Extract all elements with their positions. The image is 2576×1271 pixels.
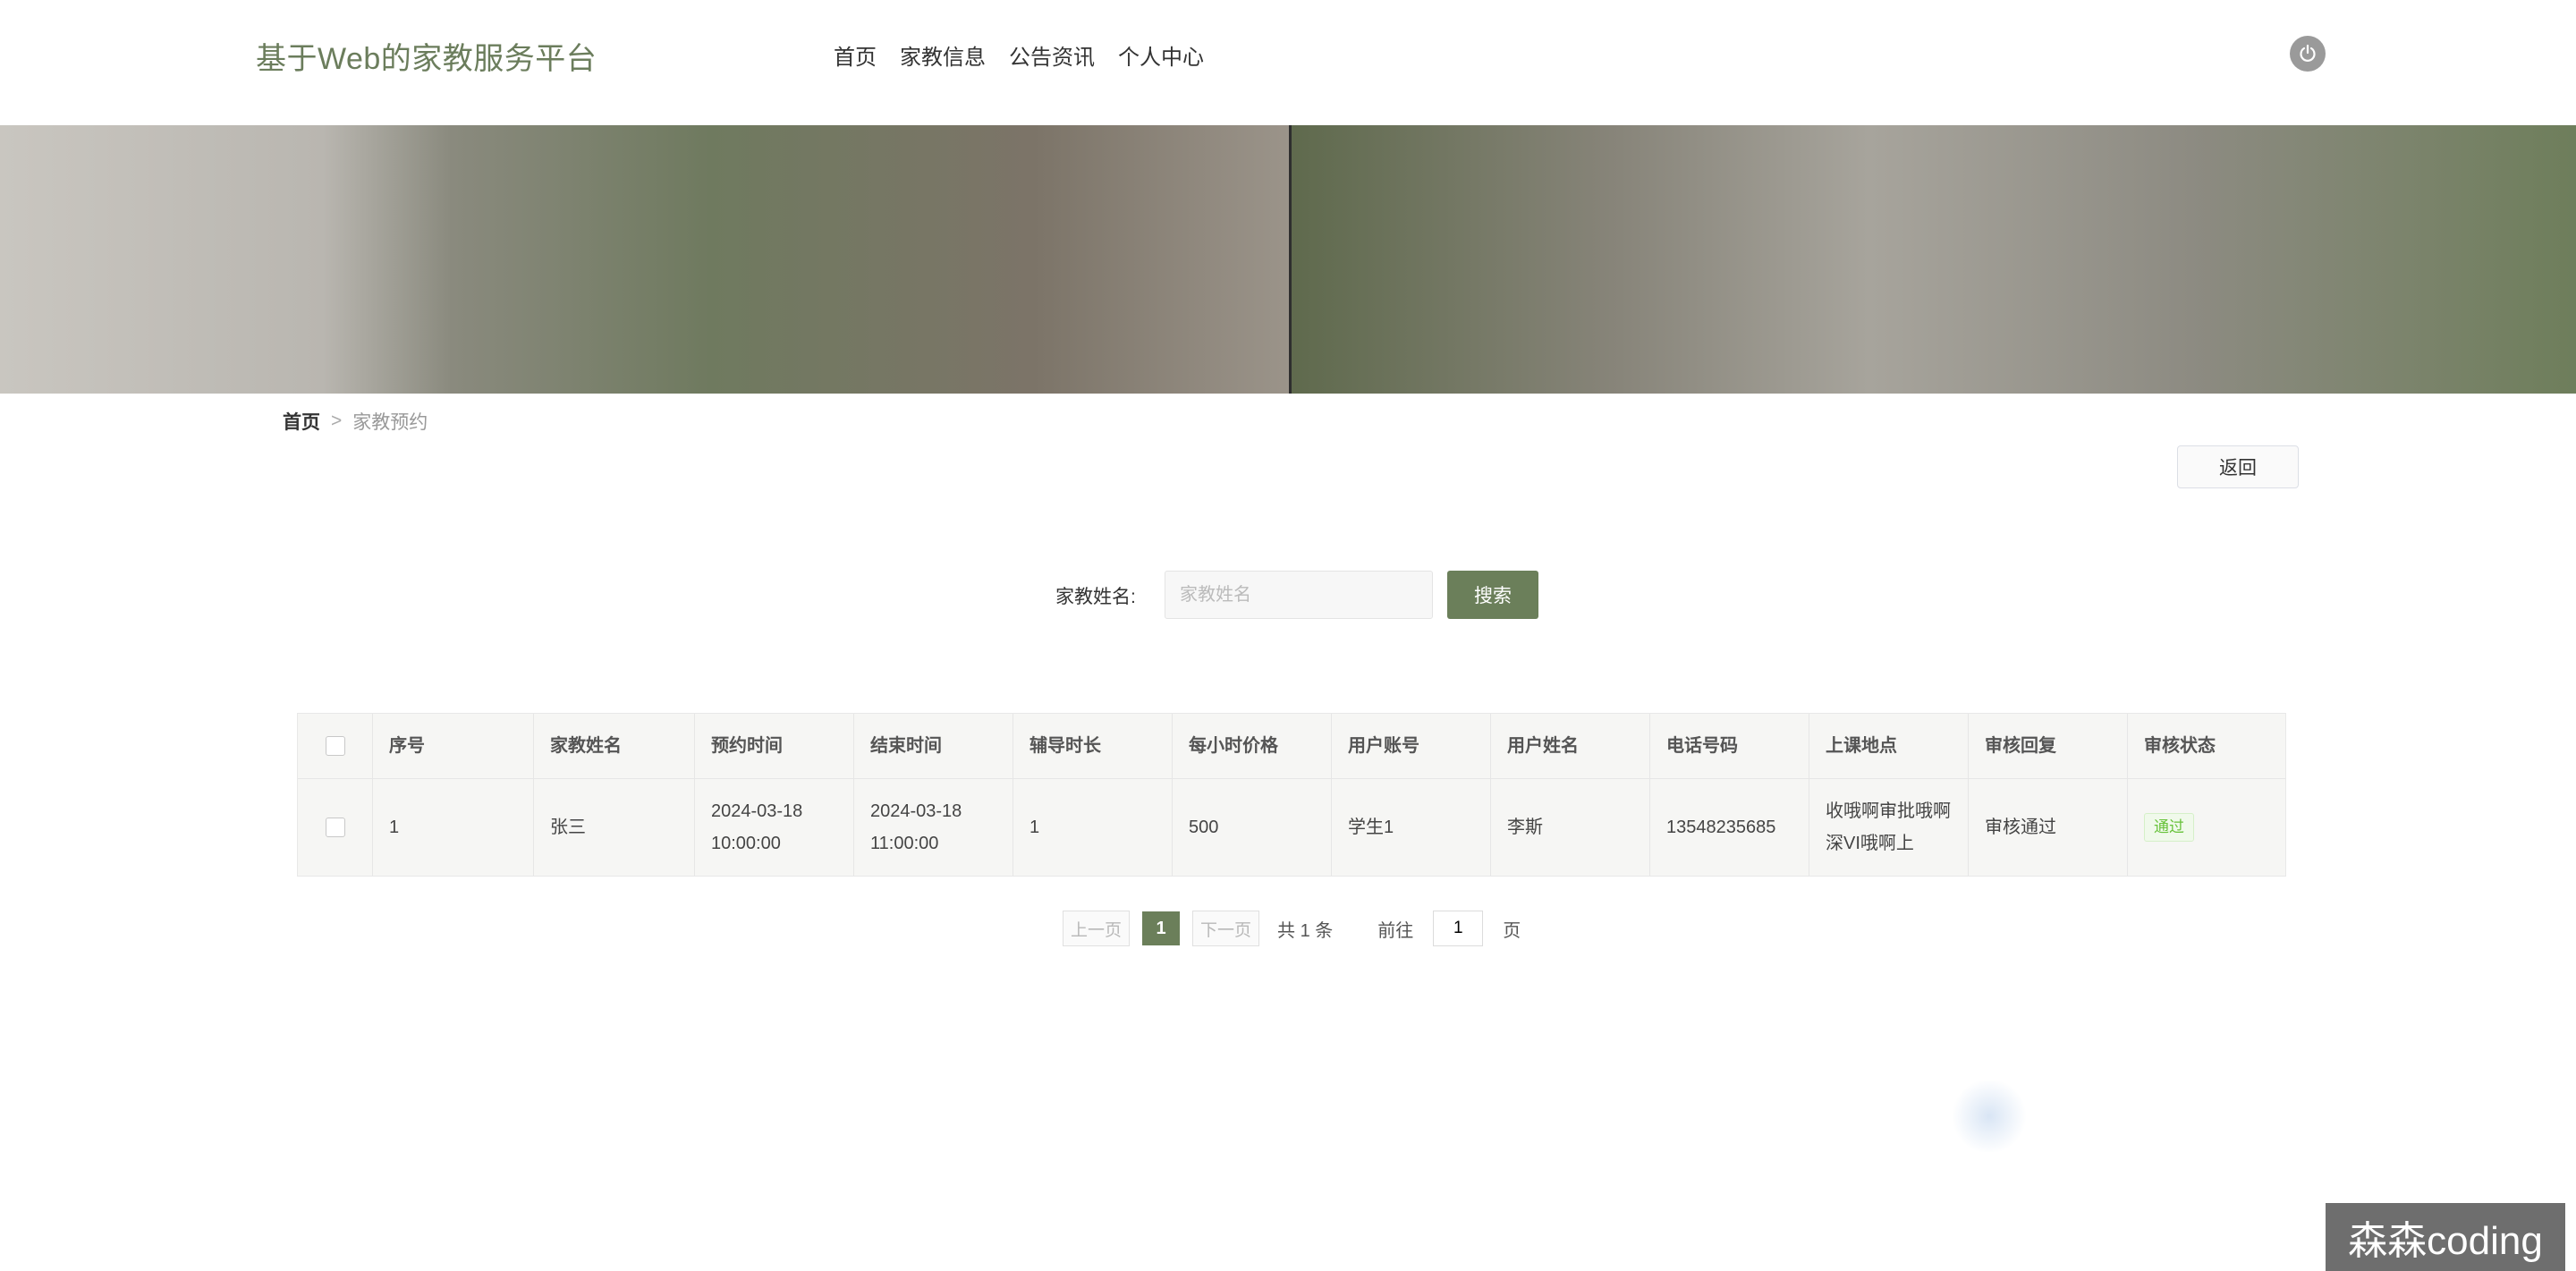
nav-home[interactable]: 首页 — [834, 39, 877, 71]
table-header-row: 序号 家教姓名 预约时间 结束时间 辅导时长 每小时价格 用户账号 用户姓名 电… — [298, 714, 2285, 779]
column-header: 每小时价格 — [1173, 714, 1332, 778]
column-header: 用户姓名 — [1491, 714, 1650, 778]
banner-carousel[interactable] — [0, 125, 2576, 394]
banner-image-left — [0, 125, 1291, 394]
prev-page-button[interactable]: 上一页 — [1063, 911, 1131, 946]
breadcrumb: 首页 > 家教预约 — [283, 408, 428, 435]
cell-status: 通过 — [2128, 779, 2285, 876]
breadcrumb-current: 家教预约 — [352, 412, 428, 433]
column-header: 审核回复 — [1969, 714, 2128, 778]
search-input[interactable] — [1165, 571, 1433, 619]
cell-location: 收哦啊审批哦啊深VI哦啊上 — [1809, 779, 1969, 876]
breadcrumb-separator: > — [331, 411, 343, 431]
row-checkbox-cell — [298, 779, 373, 876]
nav-announcements[interactable]: 公告资讯 — [1009, 39, 1095, 71]
column-header: 序号 — [373, 714, 534, 778]
power-icon[interactable] — [2290, 36, 2326, 72]
goto-label: 前往 — [1377, 920, 1414, 941]
banner-divider — [1289, 125, 1292, 394]
cell-price: 500 — [1173, 779, 1332, 876]
main-nav: 首页 家教信息 公告资讯 个人中心 — [834, 39, 1204, 71]
cell-review-reply: 审核通过 — [1969, 779, 2128, 876]
cell-user-name: 李斯 — [1491, 779, 1650, 876]
back-button[interactable]: 返回 — [2177, 445, 2299, 488]
pagination: 上一页 1 下一页 共 1 条 前往 页 — [1063, 911, 1521, 946]
table-row[interactable]: 1 张三 2024-03-18 10:00:00 2024-03-18 11:0… — [298, 779, 2285, 876]
cell-tutor-name: 张三 — [534, 779, 695, 876]
column-header: 结束时间 — [854, 714, 1013, 778]
column-header: 电话号码 — [1650, 714, 1809, 778]
goto-page-input[interactable] — [1433, 911, 1484, 946]
site-logo[interactable]: 基于Web的家教服务平台 — [256, 34, 597, 78]
header: 基于Web的家教服务平台 首页 家教信息 公告资讯 个人中心 — [0, 0, 2576, 125]
column-header: 家教姓名 — [534, 714, 695, 778]
breadcrumb-home[interactable]: 首页 — [283, 408, 320, 435]
cell-phone: 13548235685 — [1650, 779, 1809, 876]
column-header: 上课地点 — [1809, 714, 1969, 778]
select-all-checkbox[interactable] — [325, 736, 345, 756]
page-suffix: 页 — [1503, 920, 1521, 941]
total-count: 共 1 条 — [1277, 920, 1334, 941]
watermark: 森森coding — [2326, 1203, 2565, 1271]
booking-table: 序号 家教姓名 预约时间 结束时间 辅导时长 每小时价格 用户账号 用户姓名 电… — [297, 713, 2286, 877]
column-header: 用户账号 — [1332, 714, 1491, 778]
cell-index: 1 — [373, 779, 534, 876]
column-header: 审核状态 — [2144, 736, 2216, 756]
status-badge: 通过 — [2144, 813, 2194, 842]
row-checkbox[interactable] — [325, 818, 345, 837]
search-button[interactable]: 搜索 — [1447, 571, 1538, 619]
nav-personal-center[interactable]: 个人中心 — [1118, 39, 1204, 71]
header-checkbox-cell — [298, 714, 373, 778]
next-page-button[interactable]: 下一页 — [1192, 911, 1260, 946]
search-label: 家教姓名: — [1055, 587, 1136, 607]
page-number-current[interactable]: 1 — [1142, 911, 1181, 945]
watermark-logo-icon — [1950, 1080, 2029, 1152]
banner-image-right — [1291, 125, 2576, 394]
column-header: 预约时间 — [695, 714, 854, 778]
cell-start-time: 2024-03-18 10:00:00 — [695, 779, 854, 876]
nav-tutor-info[interactable]: 家教信息 — [900, 39, 986, 71]
cell-duration: 1 — [1013, 779, 1173, 876]
cell-user-account: 学生1 — [1332, 779, 1491, 876]
column-header: 辅导时长 — [1013, 714, 1173, 778]
cell-end-time: 2024-03-18 11:00:00 — [854, 779, 1013, 876]
